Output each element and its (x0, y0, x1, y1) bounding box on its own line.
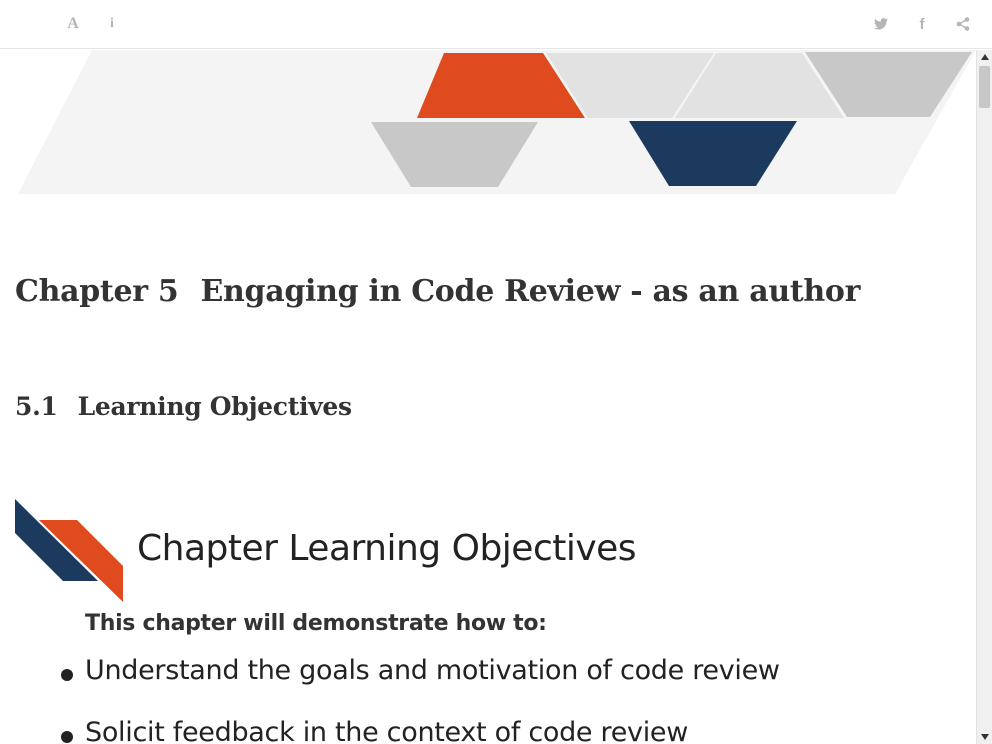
chapter-name: Engaging in Code Review - as an author (200, 274, 861, 309)
objective-text: Understand the goals and motivation of c… (85, 655, 780, 686)
book-content: Chapter 5 Engaging in Code Review - as an… (0, 50, 976, 744)
book-toolbar: A i f (0, 0, 992, 49)
objective-text: Solicit feedback in the context of code … (85, 717, 689, 744)
facebook-icon[interactable]: f (912, 14, 932, 34)
chapter-banner-graphic (18, 50, 976, 194)
bullet-icon (61, 669, 73, 681)
bullet-icon (61, 731, 73, 743)
section-number: 5.1 (15, 392, 58, 421)
objectives-heading: Chapter Learning Objectives (137, 528, 637, 569)
chapter-number: Chapter 5 (15, 274, 179, 309)
scroll-up-icon[interactable] (977, 50, 992, 64)
vertical-scrollbar[interactable] (976, 50, 992, 744)
share-icon[interactable] (953, 14, 973, 34)
chapter-title: Chapter 5 Engaging in Code Review - as an… (15, 274, 860, 309)
info-icon[interactable]: i (102, 14, 122, 34)
objectives-logo (15, 499, 123, 602)
scrollbar-thumb[interactable] (979, 66, 990, 108)
objectives-intro: This chapter will demonstrate how to: (85, 611, 547, 636)
twitter-icon[interactable] (871, 14, 891, 34)
font-settings-icon[interactable]: A (63, 14, 83, 34)
section-name: Learning Objectives (77, 392, 352, 421)
scroll-down-icon[interactable] (977, 730, 992, 744)
section-title: 5.1 Learning Objectives (15, 392, 352, 421)
